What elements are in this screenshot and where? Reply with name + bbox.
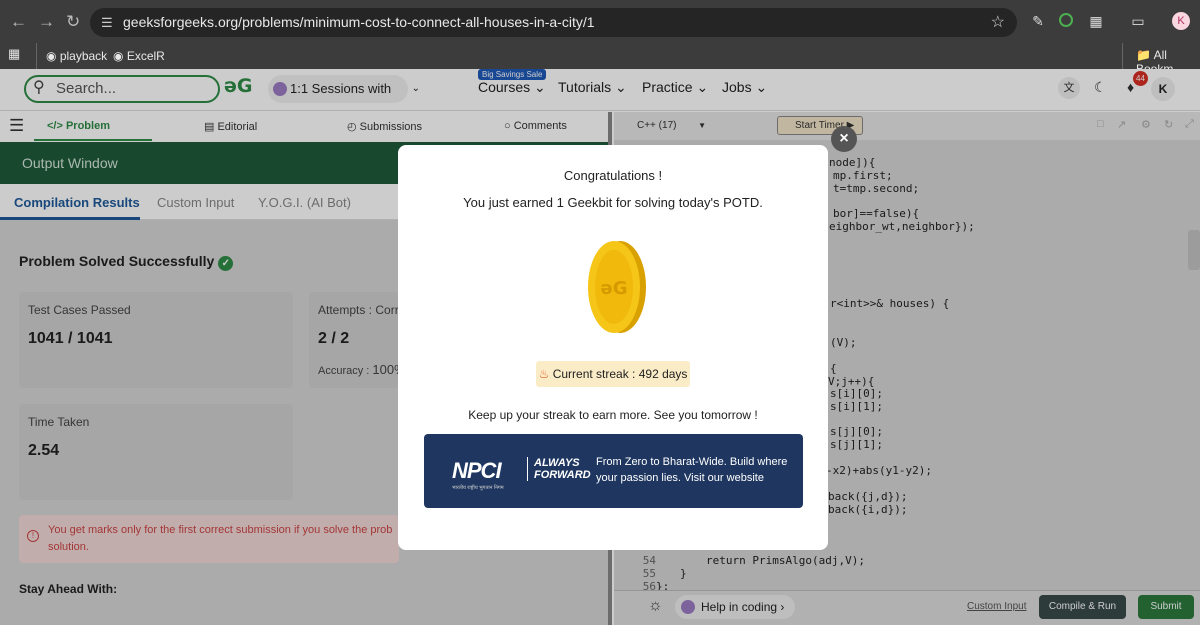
npci-logo: NPCI भारतीय राष्ट्रीय भुगतान निगम (452, 458, 504, 491)
streak-text: Current streak : 492 days (552, 367, 688, 381)
profile-avatar[interactable]: K (1172, 12, 1190, 30)
extension-icon[interactable] (1059, 13, 1073, 27)
browser-toolbar: ← → ↻ ☰ geeksforgeeks.org/problems/minim… (0, 0, 1200, 43)
streak-badge: ♨ Current streak : 492 days (536, 361, 690, 387)
media-icon[interactable]: ▭ (1130, 13, 1146, 29)
bookmark-star-icon[interactable]: ☆ (991, 8, 1005, 37)
forward-text: FORWARD (534, 469, 591, 481)
back-icon[interactable]: ← (10, 12, 27, 32)
modal-title: Congratulations ! (563, 168, 663, 183)
svg-text:əG: əG (601, 278, 628, 299)
fire-icon: ♨ (538, 367, 550, 381)
bookmarks-bar: ▦ ◉ playback ◉ ExcelR 📁 All Bookm (0, 43, 1200, 76)
address-bar[interactable]: ☰ geeksforgeeks.org/problems/minimum-cos… (90, 8, 1017, 37)
url-text: geeksforgeeks.org/problems/minimum-cost-… (123, 14, 595, 30)
bookmark-label: ExcelR (126, 49, 165, 63)
reload-icon[interactable]: ↻ (66, 12, 80, 32)
npci-banner[interactable]: NPCI भारतीय राष्ट्रीय भुगतान निगम ALWAYS F… (424, 434, 803, 508)
npci-subtext: भारतीय राष्ट्रीय भुगतान निगम (452, 485, 504, 491)
geekbit-message: You just earned 1 Geekbit for solving to… (463, 195, 763, 210)
potd-modal: Congratulations ! You just earned 1 Geek… (398, 145, 828, 550)
close-modal-button[interactable]: × (831, 126, 857, 152)
eyedropper-icon[interactable]: ✎ (1030, 13, 1046, 29)
forward-icon[interactable]: → (38, 12, 55, 32)
bookmark-label: playback (59, 49, 108, 63)
always-forward-logo: ALWAYS FORWARD (527, 457, 591, 481)
npci-brand: NPCI (452, 458, 502, 483)
banner-text: From Zero to Bharat-Wide. Build where yo… (596, 456, 788, 484)
bookmark-playback[interactable]: ◉ playback (46, 49, 107, 63)
site-settings-icon[interactable]: ☰ (101, 8, 113, 37)
geekbit-coin-icon: əG (588, 241, 646, 333)
apps-grid-icon[interactable]: ▦ (8, 46, 20, 62)
puzzle-icon[interactable]: ▦ (1088, 13, 1104, 29)
bookmark-excelr[interactable]: ◉ ExcelR (113, 49, 165, 63)
keep-up-message: Keep up your streak to earn more. See yo… (468, 408, 758, 422)
always-text: ALWAYS (534, 457, 580, 469)
